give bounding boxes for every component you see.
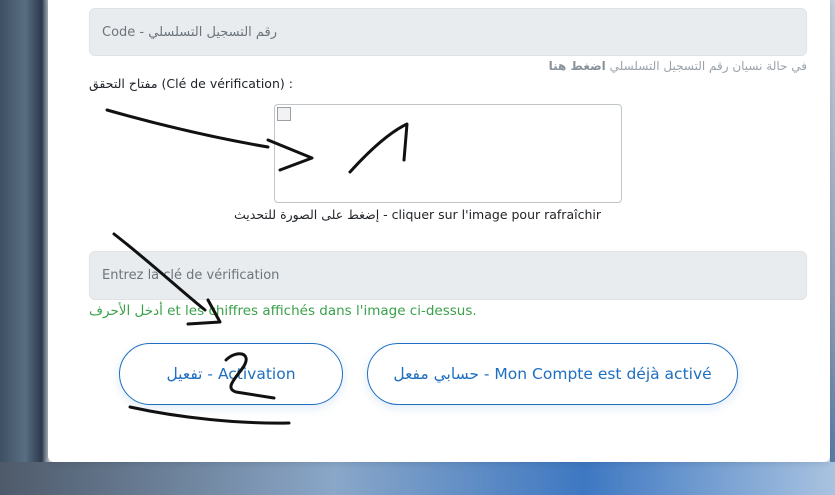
broken-image-icon	[277, 107, 291, 121]
verification-key-input[interactable]: Entrez la clé de vérification	[89, 251, 807, 300]
background-bottom	[0, 462, 835, 495]
forgot-code-text: في حالة نسيان رقم التسجيل التسلسلي	[609, 59, 807, 73]
background-edge	[830, 0, 835, 495]
serial-code-input[interactable]: Code - رقم التسجيل التسلسلي	[89, 8, 807, 56]
serial-code-placeholder: Code - رقم التسجيل التسلسلي	[102, 24, 278, 40]
verification-key-label: مفتاح التحقق (Clé de vérification) :	[89, 76, 293, 91]
forgot-code-link[interactable]: اضغط هنا	[549, 59, 606, 73]
captcha-image[interactable]	[274, 104, 622, 203]
activate-button[interactable]: تفعيل - Activation	[119, 343, 343, 405]
already-activated-button[interactable]: حسابي مفعل - Mon Compte est déjà activé	[367, 343, 738, 405]
verification-key-hint: أدخل الأحرف et les chiffres affichés dan…	[89, 303, 477, 319]
verification-key-placeholder: Entrez la clé de vérification	[102, 268, 280, 283]
already-activated-button-label: حسابي مفعل - Mon Compte est déjà activé	[393, 365, 712, 383]
activate-button-label: تفعيل - Activation	[166, 365, 296, 383]
captcha-refresh-caption: إضغط على الصورة للتحديث - cliquer sur l'…	[234, 207, 601, 222]
forgot-code-hint: في حالة نسيان رقم التسجيل التسلسلي اضغط …	[549, 59, 807, 73]
